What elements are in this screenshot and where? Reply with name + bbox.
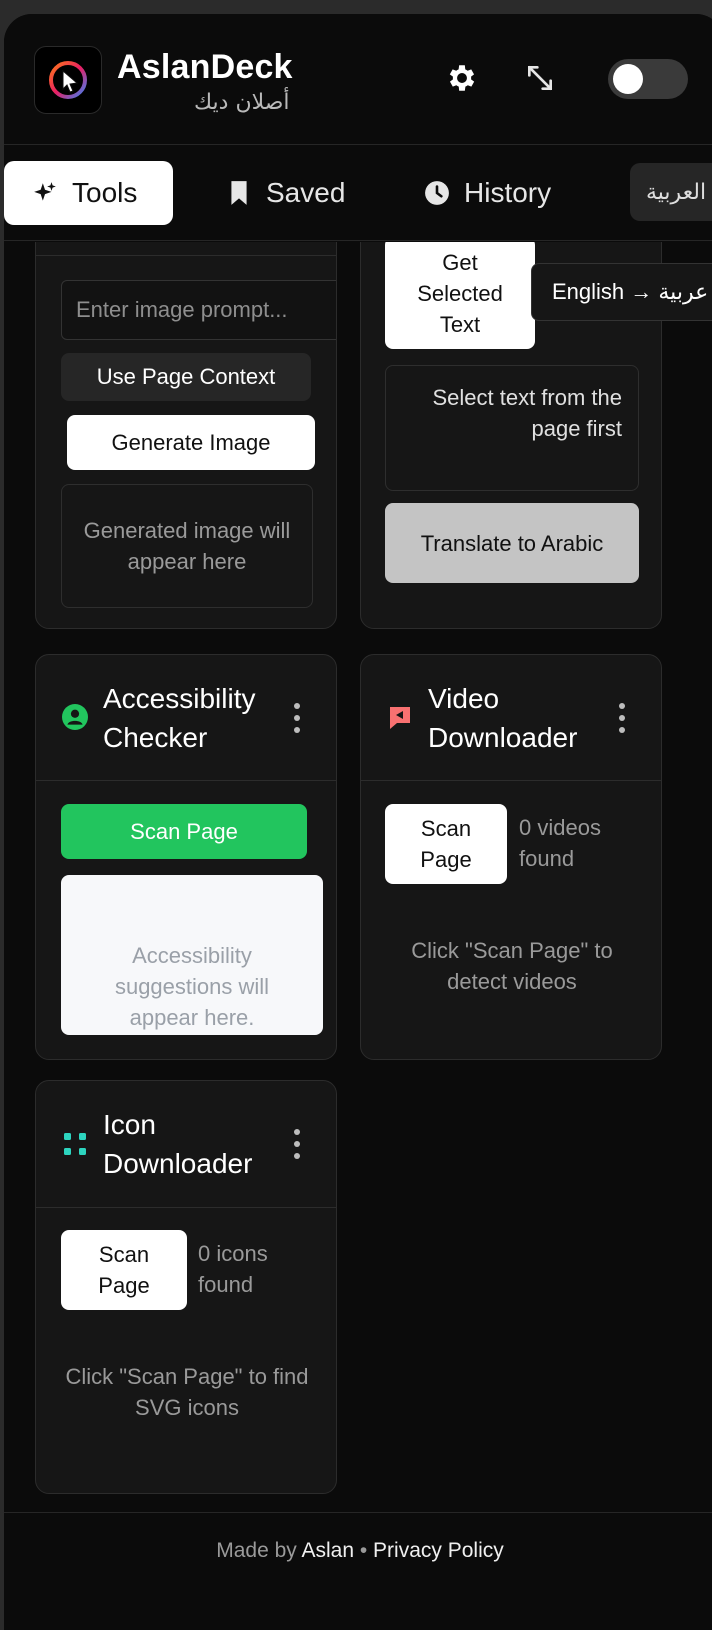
tab-label: History: [464, 177, 552, 208]
privacy-policy-link[interactable]: Privacy Policy: [373, 1539, 504, 1562]
icon-scan-button[interactable]: Scan Page: [61, 1230, 187, 1310]
person-circle-icon: [62, 704, 88, 735]
tools-grid: Enter image prompt... Use Page Context G…: [4, 242, 712, 1518]
video-hint: Click "Scan Page" to detect videos: [411, 938, 613, 994]
footer: Made by Aslan • Privacy Policy: [4, 1512, 712, 1630]
language-button[interactable]: العربية: [630, 163, 712, 221]
footer-separator: •: [359, 1539, 368, 1562]
toggle-knob: [613, 64, 643, 94]
selected-text-box: Select text from the page first: [385, 365, 639, 491]
clock-icon: [424, 180, 450, 206]
tab-label: Tools: [72, 177, 138, 208]
card-header: Accessibility Checker: [36, 655, 336, 781]
sparkles-icon: [32, 180, 58, 206]
app-header: AslanDeck أصلان ديك: [4, 14, 712, 145]
translator-card: Get Selected Text English → عربية Select…: [360, 242, 712, 629]
more-options-icon[interactable]: [292, 703, 302, 733]
tab-bar: Tools Saved History العربية: [4, 145, 712, 241]
video-count: 0 videos found: [519, 815, 601, 871]
translation-direction-select[interactable]: English → عربية: [531, 263, 712, 321]
accessibility-checker-card: Accessibility Checker Scan Page Accessib…: [35, 654, 337, 1060]
card-header: Video Downloader: [361, 655, 661, 781]
extension-panel: AslanDeck أصلان ديك Tools Saved History …: [4, 14, 712, 1630]
video-downloader-card: Video Downloader Scan Page 0 videos foun…: [360, 654, 662, 1060]
card-title: Accessibility Checker: [103, 683, 256, 753]
icon-count: 0 icons found: [198, 1241, 268, 1297]
theme-toggle[interactable]: [608, 59, 688, 99]
logo-icon: [49, 61, 87, 99]
accessibility-results: Accessibility suggestions will appear he…: [61, 875, 323, 1035]
tab-history[interactable]: History: [424, 161, 614, 225]
tab-saved[interactable]: Saved: [226, 161, 386, 225]
app-logo: [34, 46, 102, 114]
icon-hint: Click "Scan Page" to find SVG icons: [65, 1364, 309, 1420]
more-options-icon[interactable]: [617, 703, 627, 733]
generate-image-button[interactable]: Generate Image: [67, 415, 315, 470]
app-title: AslanDeck: [117, 48, 293, 86]
tab-tools[interactable]: Tools: [4, 161, 173, 225]
translate-button[interactable]: Translate to Arabic: [385, 503, 639, 583]
video-chat-icon: [388, 705, 412, 736]
more-options-icon[interactable]: [292, 1129, 302, 1159]
use-page-context-button[interactable]: Use Page Context: [61, 353, 311, 401]
get-selected-text-button[interactable]: Get Selected Text: [385, 242, 535, 349]
app-subtitle: أصلان ديك: [194, 90, 290, 115]
card-divider: [36, 255, 336, 256]
expand-icon[interactable]: [520, 58, 560, 98]
footer-credits: Made by Aslan • Privacy Policy: [4, 1539, 712, 1563]
grid-dots-icon: [63, 1132, 87, 1161]
image-generator-card: Enter image prompt... Use Page Context G…: [35, 242, 337, 629]
icon-downloader-card: Icon Downloader Scan Page 0 icons found …: [35, 1080, 337, 1494]
gear-icon[interactable]: [442, 58, 482, 98]
video-scan-button[interactable]: Scan Page: [385, 804, 507, 884]
card-header: Icon Downloader: [36, 1081, 336, 1208]
image-prompt-input[interactable]: Enter image prompt...: [61, 280, 336, 340]
made-by-text: Made by: [216, 1539, 297, 1562]
accessibility-scan-button[interactable]: Scan Page: [61, 804, 307, 859]
card-title: Video Downloader: [428, 683, 578, 753]
bookmark-icon: [226, 180, 252, 206]
card-title: Icon Downloader: [103, 1109, 253, 1179]
author-link[interactable]: Aslan: [301, 1539, 354, 1562]
tab-label: Saved: [266, 177, 346, 208]
generated-image-placeholder: Generated image will appear here: [61, 484, 313, 608]
